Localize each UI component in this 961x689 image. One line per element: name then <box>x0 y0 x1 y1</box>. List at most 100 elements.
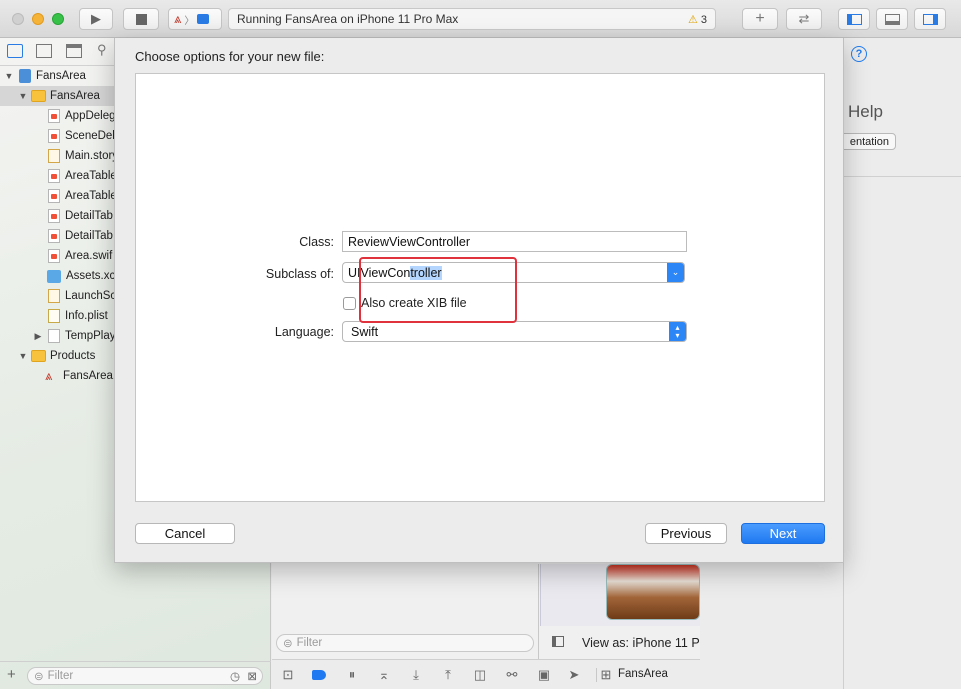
class-name-field[interactable]: ReviewViewController <box>342 231 687 252</box>
tree-item-label: AreaTable <box>65 170 117 182</box>
step-in-icon[interactable]: ⤓ <box>408 667 424 683</box>
project-icon <box>19 69 31 83</box>
environment-icon[interactable]: ▣ <box>536 667 552 683</box>
disclosure-down-icon[interactable]: ▼ <box>18 351 28 361</box>
disclosure-down-icon[interactable]: ▼ <box>18 91 28 101</box>
toggle-inspector-button[interactable] <box>914 8 946 30</box>
asset-catalog-icon <box>47 269 61 283</box>
location-icon[interactable]: ➤ <box>566 667 582 683</box>
recent-icon[interactable]: ◷ <box>230 669 240 683</box>
window-toolbar: ▶ ⩓ 〉 Running FansArea on iPhone 11 Pro … <box>0 0 961 38</box>
step-over-icon[interactable]: ⌅ <box>376 667 392 683</box>
left-panel-icon <box>846 13 862 25</box>
minimize-window-button[interactable] <box>32 13 44 25</box>
swap-icon: ⇄ <box>798 11 810 26</box>
hide-debug-icon[interactable]: ⊡ <box>280 667 296 683</box>
outline-filter-input[interactable]: ⊜ Filter <box>276 634 534 652</box>
divider <box>596 668 597 682</box>
previous-button[interactable]: Previous <box>645 523 727 544</box>
divider <box>844 176 961 177</box>
view-debugger-icon[interactable]: ◫ <box>472 667 488 683</box>
tree-item-label: SceneDel <box>65 130 115 142</box>
activity-status: Running FansArea on iPhone 11 Pro Max ⚠ … <box>228 8 716 30</box>
zoom-window-button[interactable] <box>52 13 64 25</box>
class-label: Class: <box>299 235 334 249</box>
divider <box>538 564 539 664</box>
breakpoints-icon[interactable] <box>312 670 326 680</box>
scene-thumbnail[interactable] <box>606 564 700 620</box>
tree-item-label: FansArea. <box>63 370 117 382</box>
storyboard-file-icon <box>48 149 60 163</box>
tree-item-label: Main.story <box>65 150 119 162</box>
code-review-button[interactable]: ⇄ <box>786 8 822 30</box>
tree-item-label: DetailTab <box>65 230 113 242</box>
scm-filter-icon[interactable]: ⊠ <box>247 669 257 683</box>
run-button[interactable]: ▶ <box>79 8 113 30</box>
tree-item-label: TempPlay <box>65 330 116 342</box>
search-icon[interactable]: ⚲ <box>97 42 107 58</box>
bottom-panel-icon <box>884 13 900 25</box>
add-icon: + <box>755 10 765 27</box>
plist-file-icon <box>48 309 60 323</box>
tree-item-label: AppDeleg <box>65 110 116 122</box>
help-title: Help <box>848 102 883 121</box>
disclosure-right-icon[interactable]: ▶ <box>33 331 43 342</box>
tree-item-label: Assets.xc <box>66 270 116 282</box>
tree-item-label: FansArea <box>50 90 100 102</box>
add-icon[interactable]: + <box>7 666 16 683</box>
swift-file-icon <box>48 189 60 203</box>
symbol-icon[interactable] <box>66 44 82 58</box>
tree-item-label: LaunchSc <box>65 290 117 302</box>
tree-item-label: FansArea <box>36 70 86 82</box>
tree-item-label: Products <box>50 350 96 362</box>
sheet-title: Choose options for your new file: <box>135 49 325 64</box>
step-out-icon[interactable]: ⤒ <box>440 667 456 683</box>
tree-item-label: Info.plist <box>65 310 108 322</box>
filter-icon: ⊜ <box>34 671 44 683</box>
filter-icon: ⊜ <box>283 638 293 650</box>
status-text: Running FansArea on iPhone 11 Pro Max <box>237 12 459 26</box>
new-file-sheet: Choose options for your new file: Class:… <box>114 38 844 563</box>
library-button[interactable]: + <box>742 8 778 30</box>
stop-icon <box>135 13 147 25</box>
language-popup[interactable]: Swift ▴ ▾ <box>342 321 687 342</box>
navigator-filter-input[interactable]: ⊜ Filter ◷ ⊠ <box>27 667 263 685</box>
process-label[interactable]: FansArea <box>618 668 668 680</box>
debug-bar: ⊡ ⏸ ⌅ ⤓ ⤒ ◫ ⚯ ▣ ➤ ⊞ FansArea <box>272 659 700 689</box>
help-icon[interactable]: ? <box>851 46 867 62</box>
swift-file-icon <box>48 129 60 143</box>
folder-icon <box>31 350 46 362</box>
folder-icon <box>31 90 46 102</box>
swift-file-icon <box>48 109 60 123</box>
toggle-debug-area-button[interactable] <box>876 8 908 30</box>
warning-badge[interactable]: ⚠ 3 <box>688 13 707 26</box>
app-icon: ⊞ <box>600 667 612 682</box>
pause-icon[interactable]: ⏸ <box>344 667 360 683</box>
chevron-down-icon[interactable]: ⌄ <box>667 263 684 282</box>
next-button[interactable]: Next <box>741 523 825 544</box>
tree-item-label: DetailTab <box>65 210 113 222</box>
navigator-filter-bar: + ⊜ Filter ◷ ⊠ <box>0 661 271 689</box>
swift-file-icon <box>48 229 60 243</box>
xib-checkbox[interactable] <box>343 296 356 310</box>
swift-file-icon <box>48 209 60 223</box>
scheme-selector[interactable]: ⩓ 〉 <box>168 8 222 30</box>
scheme-icon: ⩓ <box>174 11 182 26</box>
memory-graph-icon[interactable]: ⚯ <box>504 667 520 683</box>
app-icon: ⩓ <box>45 368 53 383</box>
source-control-icon[interactable] <box>36 44 52 58</box>
playground-icon <box>48 329 60 343</box>
annotation-highlight-box <box>359 257 517 323</box>
toggle-navigator-button[interactable] <box>838 8 870 30</box>
disclosure-down-icon[interactable]: ▼ <box>4 71 14 81</box>
view-as-label[interactable]: View as: iPhone 11 P <box>582 636 700 650</box>
cancel-button[interactable]: Cancel <box>135 523 235 544</box>
up-down-chevron-icon[interactable]: ▴ ▾ <box>669 322 686 341</box>
swift-file-icon <box>48 249 60 263</box>
folder-icon[interactable] <box>7 44 23 58</box>
close-window-button[interactable] <box>12 13 24 25</box>
subclass-label: Subclass of: <box>265 267 334 281</box>
stop-button[interactable] <box>123 8 159 30</box>
options-panel: Class: ReviewViewController Subclass of:… <box>135 73 825 502</box>
document-outline-icon[interactable] <box>552 636 564 647</box>
